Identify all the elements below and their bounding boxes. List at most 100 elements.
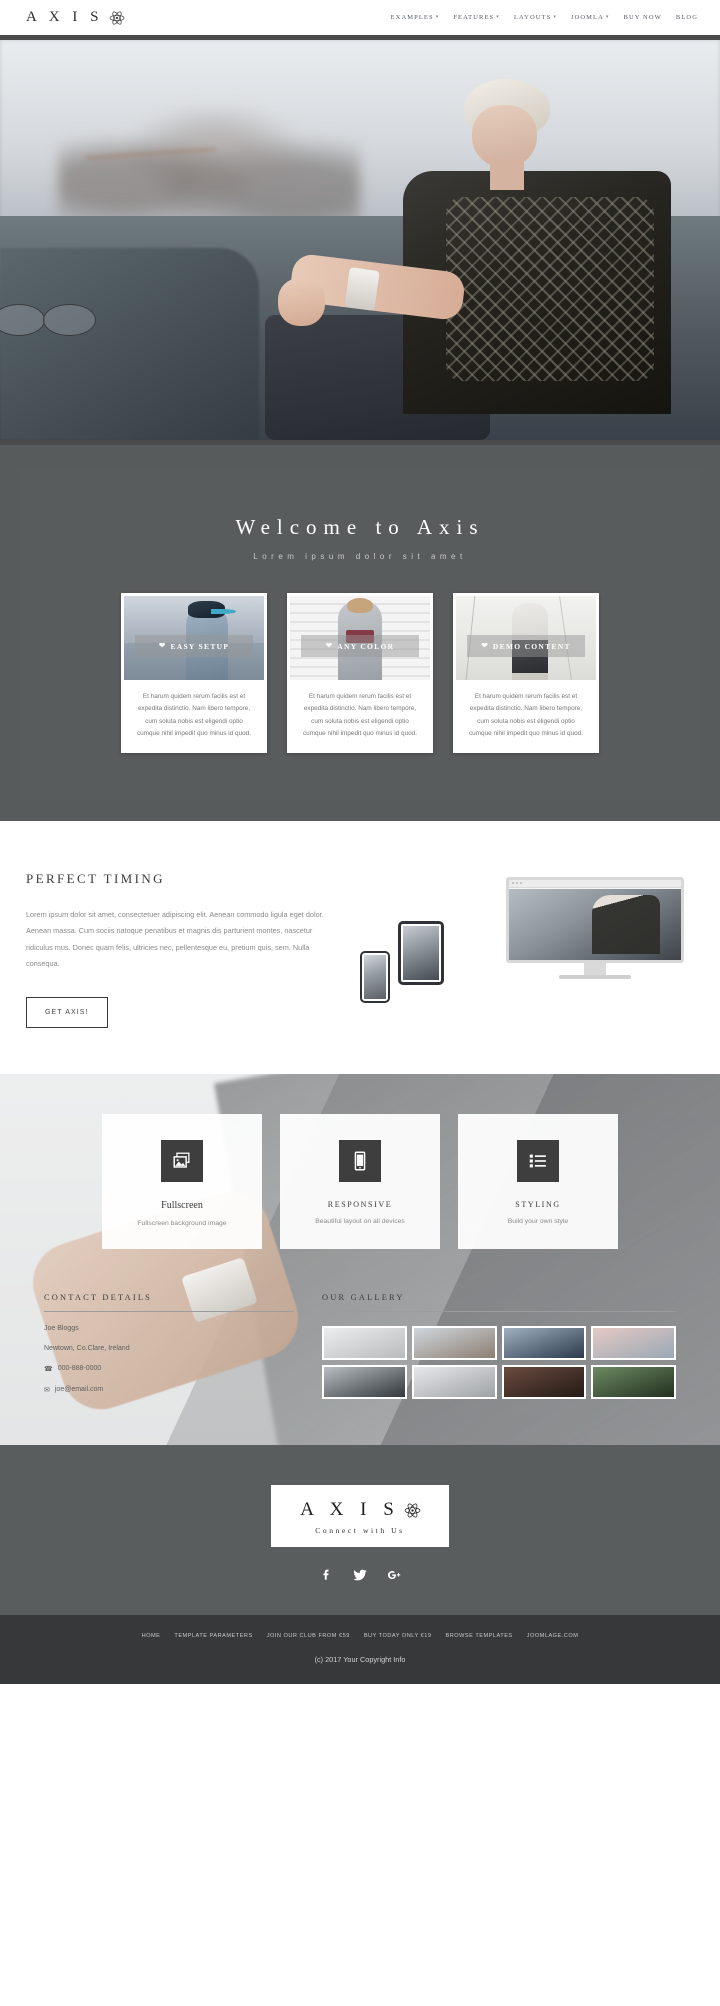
welcome-title: Welcome to Axis (235, 515, 485, 539)
feature-box[interactable]: STYLING Build your own style (458, 1113, 618, 1249)
nav-item-layouts[interactable]: LAYOUTS ▾ (514, 14, 557, 21)
nav-item-joomla[interactable]: JOOMLA ▾ (571, 14, 610, 21)
card-body-text: Et harum quidem rerum facilis est et exp… (136, 693, 252, 738)
hero-background-image (0, 40, 720, 440)
copyright-text: (c) 2017 Your Copyright Info (314, 1654, 406, 1664)
chevron-down-icon: ▾ (553, 14, 557, 20)
facebook-icon[interactable] (319, 1567, 334, 1583)
footer-link-browse-templates[interactable]: BROWSE TEMPLATES (446, 1633, 513, 1639)
gallery-thumbnail[interactable] (322, 1364, 407, 1399)
card-image: ❤ DEMO CONTENT (456, 596, 596, 680)
gallery-thumbnail[interactable] (591, 1325, 676, 1360)
device-mockups (336, 875, 694, 1025)
nav-item-blog[interactable]: BLOG (676, 14, 698, 21)
gallery-thumbnail[interactable] (411, 1325, 497, 1360)
atom-icon (404, 1502, 421, 1518)
contact-details: CONTACT DETAILS Joe Bloggs Newtown, Co.C… (44, 1293, 294, 1399)
twitter-icon[interactable] (352, 1567, 368, 1583)
feature-box[interactable]: Fullscreen Fullscreen background image (102, 1113, 262, 1249)
gallery-thumbnail[interactable] (591, 1364, 676, 1399)
nav-label: EXAMPLES (390, 14, 434, 21)
gallery-thumbnail[interactable] (501, 1325, 587, 1360)
chevron-down-icon: ▾ (435, 14, 440, 20)
contact-phone-text: 000-888-0000 (57, 1365, 102, 1373)
contact-heading: CONTACT DETAILS (44, 1292, 153, 1302)
gallery-thumbnail[interactable] (501, 1364, 587, 1399)
welcome-section: Welcome to Axis Lorem ipsum dolor sit am… (0, 445, 720, 821)
card-badge: ❤ EASY SETUP (135, 635, 253, 658)
get-axis-button[interactable]: GET AXIS! (26, 996, 108, 1028)
logo[interactable]: A X I S (26, 9, 125, 26)
tablet-icon (339, 1139, 381, 1182)
nav-label: LAYOUTS (513, 14, 552, 21)
phone-icon: ☎ (44, 1365, 53, 1373)
heart-icon: ❤ (481, 641, 488, 651)
footer-links: HOME TEMPLATE PARAMETERS JOIN OUR CLUB F… (0, 1633, 720, 1639)
card-badge: ❤ ANY COLOR (301, 635, 419, 658)
contact-email-text: joe@email.com (54, 1386, 104, 1394)
timing-paragraph: Lorem ipsum dolor sit amet, consectetuer… (26, 909, 324, 969)
feature-desc: Beautiful layout on all devices (315, 1217, 405, 1225)
main-navigation: EXAMPLES ▾ FEATURES ▾ LAYOUTS ▾ JOOMLA ▾… (391, 14, 698, 21)
footer-link-joomlage[interactable]: JOOMLAGE.COM (527, 1633, 579, 1639)
list-icon (517, 1139, 559, 1182)
welcome-subtitle: Lorem ipsum dolor sit amet (253, 552, 467, 561)
card-badge-label: EASY SETUP (170, 641, 230, 651)
contact-name: Joe Bloggs (44, 1325, 294, 1332)
card-image: ❤ EASY SETUP (124, 596, 264, 680)
contact-phone[interactable]: ☎ 000-888-0000 (44, 1365, 294, 1373)
contact-gallery-row: CONTACT DETAILS Joe Bloggs Newtown, Co.C… (18, 1249, 702, 1445)
contact-address: Newtown, Co.Clare, Ireland (44, 1345, 294, 1352)
card-body-text: Et harum quidem rerum facilis est et exp… (302, 693, 418, 738)
footer-link-buy-today[interactable]: BUY TODAY ONLY €19 (364, 1633, 432, 1639)
divider (44, 1310, 294, 1312)
nav-label: FEATURES (453, 14, 495, 21)
feature-desc: Build your own style (507, 1217, 569, 1225)
nav-item-features[interactable]: FEATURES ▾ (453, 14, 500, 21)
welcome-card[interactable]: ❤ ANY COLOR Et harum quidem rerum facili… (287, 593, 433, 753)
welcome-card[interactable]: ❤ DEMO CONTENT Et harum quidem rerum fac… (453, 593, 599, 753)
footer-link-home[interactable]: HOME (142, 1633, 161, 1639)
card-badge-label: ANY COLOR (337, 641, 395, 651)
connect-tagline: Connect with Us (315, 1525, 405, 1535)
feature-box[interactable]: RESPONSIVE Beautiful layout on all devic… (280, 1113, 440, 1249)
divider (322, 1310, 676, 1312)
connect-brand-text: A X I S (300, 1498, 400, 1520)
logo-text: A X I S (26, 9, 103, 25)
gallery: OUR GALLERY (322, 1293, 676, 1399)
contact-email[interactable]: ✉ joe@email.com (44, 1386, 294, 1394)
google-plus-icon[interactable] (386, 1567, 402, 1583)
feature-title: RESPONSIVE (327, 1199, 393, 1209)
nav-label: BLOG (675, 14, 698, 21)
welcome-card[interactable]: ❤ EASY SETUP Et harum quidem rerum facil… (121, 593, 267, 753)
nav-item-buy-now[interactable]: BUY NOW (624, 14, 662, 21)
card-badge: ❤ DEMO CONTENT (467, 635, 585, 658)
site-footer: HOME TEMPLATE PARAMETERS JOIN OUR CLUB F… (0, 1614, 720, 1684)
glasses-prop (0, 304, 96, 336)
nav-item-examples[interactable]: EXAMPLES ▾ (391, 14, 440, 21)
connect-brand: A X I S (281, 1499, 439, 1521)
contact-address-text: Newtown, Co.Clare, Ireland (44, 1344, 130, 1352)
footer-link-template-parameters[interactable]: TEMPLATE PARAMETERS (174, 1633, 252, 1639)
heart-icon: ❤ (325, 641, 333, 651)
gallery-grid (322, 1325, 676, 1399)
hero-banner (0, 40, 720, 440)
nav-label: JOOMLA (570, 14, 604, 21)
nav-label: BUY NOW (623, 14, 662, 21)
page-root: A X I S EXAMPLES ▾ FEATURES ▾ LAYOUTS ▾ … (0, 0, 720, 1684)
footer-link-join-club[interactable]: JOIN OUR CLUB FROM €59 (267, 1633, 350, 1639)
gallery-heading: OUR GALLERY (322, 1292, 405, 1302)
card-body-text: Et harum quidem rerum facilis est et exp… (468, 693, 584, 738)
chevron-down-icon: ▾ (605, 14, 610, 20)
perfect-timing-section: PERFECT TIMING Lorem ipsum dolor sit ame… (0, 820, 720, 1074)
contact-name-text: Joe Bloggs (44, 1324, 79, 1332)
envelope-icon: ✉ (44, 1386, 50, 1394)
gallery-thumbnail[interactable] (411, 1364, 497, 1399)
gallery-thumbnail[interactable] (322, 1325, 407, 1360)
heart-icon: ❤ (158, 641, 166, 651)
connect-section: A X I S Connect with Us (0, 1444, 720, 1615)
card-badge-label: DEMO CONTENT (492, 641, 571, 651)
images-icon (161, 1139, 203, 1182)
chevron-down-icon: ▾ (496, 14, 500, 20)
site-header: A X I S EXAMPLES ▾ FEATURES ▾ LAYOUTS ▾ … (0, 0, 720, 35)
